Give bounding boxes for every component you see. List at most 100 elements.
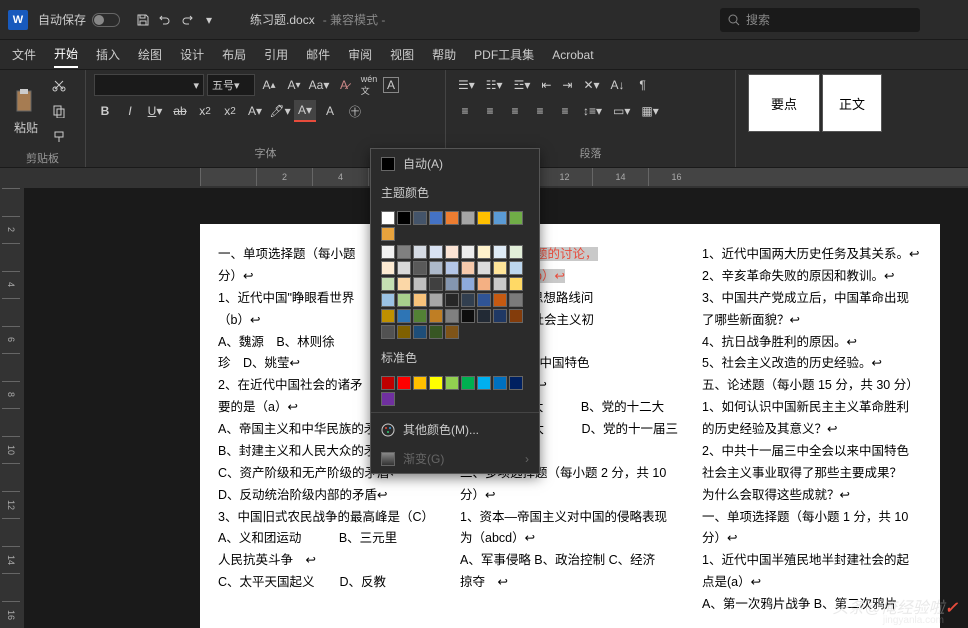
color-swatch[interactable]	[381, 211, 395, 225]
color-swatch[interactable]	[509, 309, 523, 323]
color-swatch[interactable]	[397, 293, 411, 307]
color-swatch[interactable]	[509, 376, 523, 390]
color-swatch[interactable]	[381, 245, 395, 259]
color-swatch[interactable]	[509, 277, 523, 291]
color-swatch[interactable]	[445, 325, 459, 339]
cut-icon[interactable]	[48, 74, 70, 96]
color-swatch[interactable]	[493, 277, 507, 291]
color-swatch[interactable]	[429, 293, 443, 307]
search-box[interactable]: 搜索	[720, 8, 920, 32]
color-swatch[interactable]	[429, 376, 443, 390]
color-swatch[interactable]	[493, 245, 507, 259]
color-swatch[interactable]	[381, 376, 395, 390]
color-swatch[interactable]	[381, 325, 395, 339]
color-swatch[interactable]	[509, 245, 523, 259]
tab-draw[interactable]: 绘图	[138, 42, 162, 67]
line-spacing-icon[interactable]: ↕≡▾	[579, 100, 606, 122]
color-swatch[interactable]	[381, 261, 395, 275]
color-swatch[interactable]	[461, 309, 475, 323]
color-swatch[interactable]	[493, 261, 507, 275]
color-swatch[interactable]	[381, 392, 395, 406]
shading-icon[interactable]: ▭▾	[609, 100, 634, 122]
color-swatch[interactable]	[413, 261, 427, 275]
tab-help[interactable]: 帮助	[432, 42, 456, 67]
change-case-icon[interactable]: Aa▾	[308, 74, 330, 96]
style-normal[interactable]: 正文	[822, 74, 882, 132]
color-swatch[interactable]	[493, 211, 507, 225]
tab-file[interactable]: 文件	[12, 42, 36, 67]
color-swatch[interactable]	[477, 309, 491, 323]
color-swatch[interactable]	[477, 261, 491, 275]
bold-button[interactable]: B	[94, 100, 116, 122]
color-swatch[interactable]	[445, 261, 459, 275]
underline-button[interactable]: U▾	[144, 100, 166, 122]
color-swatch[interactable]	[509, 211, 523, 225]
color-swatch[interactable]	[477, 211, 491, 225]
tab-review[interactable]: 审阅	[348, 42, 372, 67]
copy-icon[interactable]	[48, 100, 70, 122]
color-swatch[interactable]	[413, 277, 427, 291]
qa-dropdown-icon[interactable]: ▾	[198, 9, 220, 31]
color-swatch[interactable]	[397, 309, 411, 323]
multilevel-icon[interactable]: ☲▾	[510, 74, 535, 96]
color-swatch[interactable]	[397, 211, 411, 225]
color-swatch[interactable]	[429, 325, 443, 339]
color-swatch[interactable]	[413, 325, 427, 339]
style-keypoint[interactable]: 要点	[748, 74, 820, 132]
color-swatch[interactable]	[429, 309, 443, 323]
char-border-icon[interactable]: A	[383, 77, 399, 93]
align-left-icon[interactable]: ≡	[454, 100, 476, 122]
tab-pdf[interactable]: PDF工具集	[474, 42, 534, 67]
color-swatch[interactable]	[461, 376, 475, 390]
color-swatch[interactable]	[397, 245, 411, 259]
borders-icon[interactable]: ▦▾	[637, 100, 662, 122]
tab-acrobat[interactable]: Acrobat	[552, 44, 593, 66]
tab-mailings[interactable]: 邮件	[306, 42, 330, 67]
color-swatch[interactable]	[413, 376, 427, 390]
tab-references[interactable]: 引用	[264, 42, 288, 67]
color-swatch[interactable]	[445, 376, 459, 390]
shrink-font-icon[interactable]: A▾	[283, 74, 305, 96]
color-swatch[interactable]	[429, 211, 443, 225]
color-swatch[interactable]	[445, 309, 459, 323]
color-swatch[interactable]	[429, 261, 443, 275]
color-swatch[interactable]	[429, 245, 443, 259]
color-swatch[interactable]	[461, 245, 475, 259]
color-swatch[interactable]	[397, 376, 411, 390]
color-swatch[interactable]	[413, 293, 427, 307]
color-swatch[interactable]	[461, 293, 475, 307]
color-swatch[interactable]	[381, 277, 395, 291]
ruler-vertical[interactable]: 246810121416	[0, 188, 24, 628]
autosave-toggle[interactable]	[92, 13, 120, 27]
color-swatch[interactable]	[445, 277, 459, 291]
distributed-icon[interactable]: ≡	[554, 100, 576, 122]
color-swatch[interactable]	[461, 211, 475, 225]
color-swatch[interactable]	[429, 277, 443, 291]
tab-insert[interactable]: 插入	[96, 42, 120, 67]
more-colors[interactable]: 其他颜色(M)...	[371, 415, 539, 444]
italic-button[interactable]: I	[119, 100, 141, 122]
color-auto[interactable]: 自动(A)	[371, 149, 539, 178]
align-right-icon[interactable]: ≡	[504, 100, 526, 122]
font-family-select[interactable]: ▾	[94, 74, 204, 96]
text-effects-icon[interactable]: A▾	[244, 100, 266, 122]
sort-icon[interactable]: A↓	[607, 74, 629, 96]
tab-home[interactable]: 开始	[54, 41, 78, 68]
clear-format-icon[interactable]: A̷	[333, 74, 355, 96]
tab-design[interactable]: 设计	[180, 42, 204, 67]
align-center-icon[interactable]: ≡	[479, 100, 501, 122]
asian-layout-icon[interactable]: ✕▾	[579, 74, 603, 96]
char-shading-icon[interactable]: A	[319, 100, 341, 122]
color-swatch[interactable]	[397, 261, 411, 275]
undo-icon[interactable]	[154, 9, 176, 31]
justify-icon[interactable]: ≡	[529, 100, 551, 122]
save-icon[interactable]	[132, 9, 154, 31]
tab-view[interactable]: 视图	[390, 42, 414, 67]
show-marks-icon[interactable]: ¶	[632, 74, 654, 96]
color-swatch[interactable]	[445, 293, 459, 307]
ruler-horizontal[interactable]: 246810121416	[200, 168, 968, 186]
color-swatch[interactable]	[493, 309, 507, 323]
highlight-icon[interactable]: 🖊▾	[269, 100, 291, 122]
document-page[interactable]: 一、单项选择题（每小题 分）↩ 1、近代中国"睁眼看世界 （b）↩ A、魏源 B…	[200, 224, 940, 628]
bullets-icon[interactable]: ☰▾	[454, 74, 479, 96]
